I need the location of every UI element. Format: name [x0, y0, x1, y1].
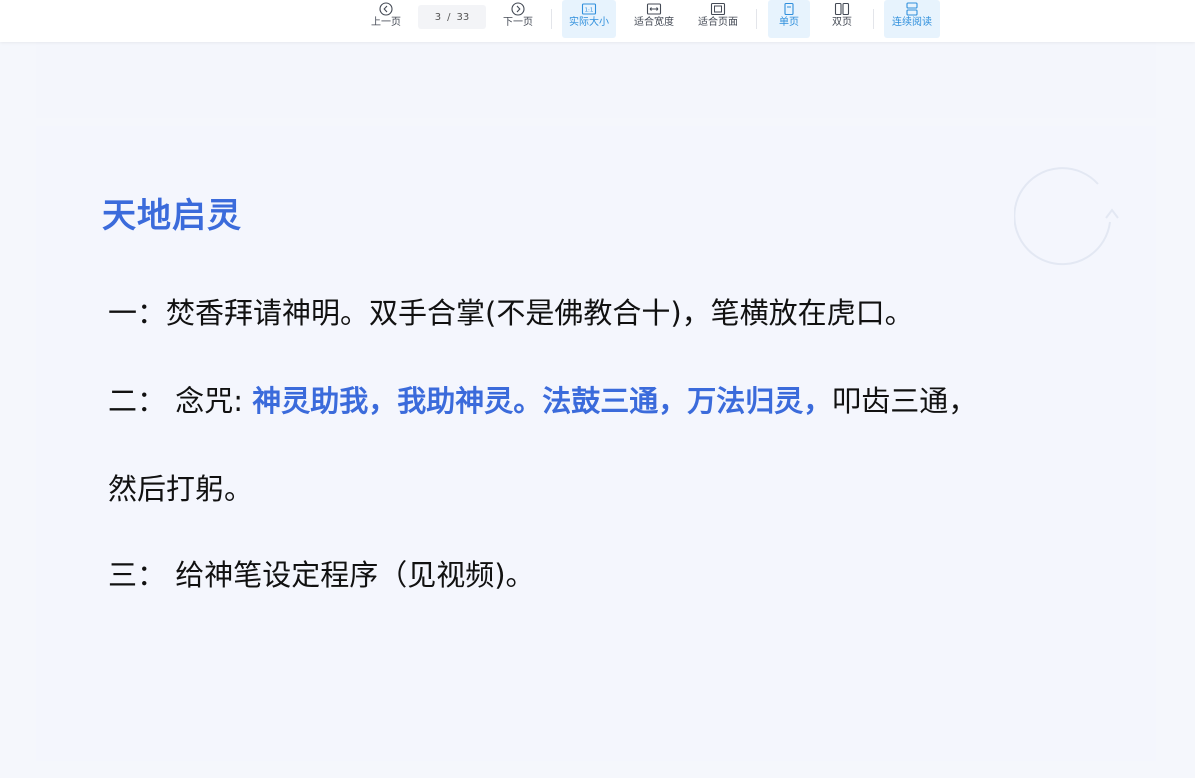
text-line-1: 一：焚香拜请神明。双手合掌(不是佛教合十)，笔横放在虎口。 — [108, 296, 914, 330]
mantra-highlight: 神灵助我，我助神灵。法鼓三通，万法归灵， — [252, 384, 833, 418]
chevron-left-circle-icon — [379, 2, 393, 16]
text-line-4: 三： 给神笔设定程序（见视频)。 — [108, 558, 535, 592]
document-page: 天地启灵 一：焚香拜请神明。双手合掌(不是佛教合十)，笔横放在虎口。 二： 念咒… — [36, 126, 1156, 761]
previous-page-bottom — [36, 42, 1156, 118]
fit-page-label: 适合页面 — [698, 17, 738, 28]
actual-size-label: 实际大小 — [569, 17, 609, 28]
page-separator: / — [447, 11, 451, 23]
continuous-reading-button[interactable]: 连续阅读 — [884, 0, 940, 38]
next-page-button[interactable]: 下一页 — [498, 0, 538, 38]
double-page-icon — [834, 2, 850, 16]
chevron-right-circle-icon — [511, 2, 525, 16]
fit-width-label: 适合宽度 — [634, 17, 674, 28]
text-line-2-suffix: 叩齿三通， — [832, 384, 978, 418]
text-line-3: 然后打躬。 — [108, 472, 254, 506]
single-page-label: 单页 — [779, 17, 799, 28]
text-line-2-prefix: 二： 念咒: — [108, 384, 253, 418]
decorative-circle-arrow-icon — [1014, 167, 1119, 266]
actual-size-icon: 1:1 — [581, 3, 597, 15]
double-page-label: 双页 — [832, 17, 852, 28]
page-indicator[interactable]: 3 / 33 — [418, 5, 486, 29]
continuous-reading-icon — [906, 2, 918, 16]
toolbar: 上一页 3 / 33 下一页 1:1 实际大小 适合宽度 适合页面 单页 双页 … — [0, 0, 1195, 42]
continuous-reading-label: 连续阅读 — [892, 17, 932, 28]
fit-page-button[interactable]: 适合页面 — [692, 0, 744, 38]
single-page-button[interactable]: 单页 — [768, 0, 810, 38]
toolbar-divider — [551, 9, 552, 29]
page-heading: 天地启灵 — [102, 196, 242, 236]
actual-size-button[interactable]: 1:1 实际大小 — [562, 0, 616, 38]
single-page-icon — [784, 2, 794, 16]
toolbar-divider — [756, 9, 757, 29]
prev-page-label: 上一页 — [371, 17, 401, 28]
current-page-number[interactable]: 3 — [435, 12, 441, 23]
fit-width-icon — [646, 3, 662, 15]
fit-width-button[interactable]: 适合宽度 — [628, 0, 680, 38]
total-pages: 33 — [456, 11, 470, 23]
prev-page-button[interactable]: 上一页 — [366, 0, 406, 38]
double-page-button[interactable]: 双页 — [822, 0, 862, 38]
fit-page-icon — [710, 2, 726, 16]
text-line-2: 二： 念咒: 神灵助我，我助神灵。法鼓三通，万法归灵，叩齿三通， — [108, 378, 977, 420]
next-page-label: 下一页 — [503, 17, 533, 28]
toolbar-divider — [873, 9, 874, 29]
svg-text:1:1: 1:1 — [585, 8, 594, 14]
